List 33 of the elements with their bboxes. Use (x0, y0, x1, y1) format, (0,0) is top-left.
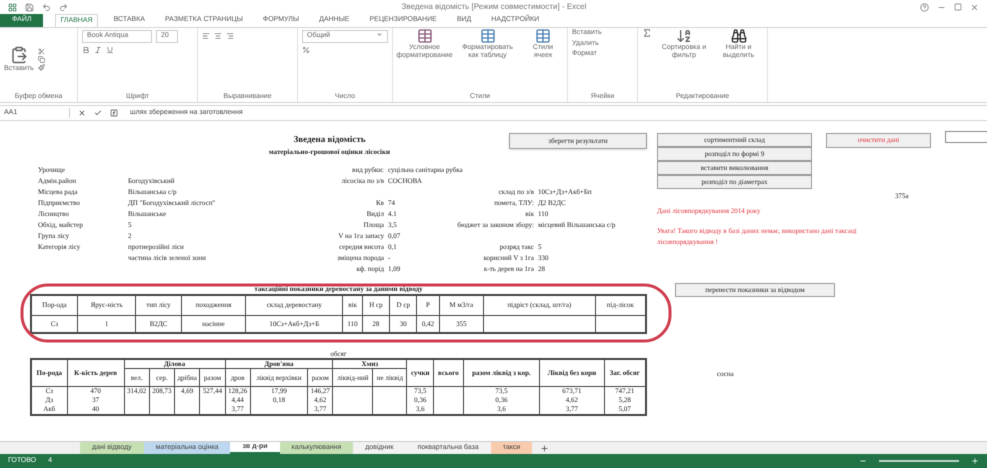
copy-icon[interactable] (38, 56, 45, 64)
sheet-title: Зведена відомість (293, 133, 366, 146)
selected-cell[interactable] (945, 131, 987, 143)
underline-icon[interactable] (106, 46, 114, 54)
undo-icon[interactable] (42, 2, 51, 12)
percent-icon[interactable] (302, 46, 310, 54)
function-icon[interactable] (110, 109, 118, 117)
align-left-icon[interactable] (202, 32, 210, 40)
help-icon[interactable] (920, 2, 929, 12)
clipboard-icon (10, 46, 28, 64)
zoom-in-icon[interactable] (971, 457, 979, 465)
cancel-icon[interactable] (78, 109, 86, 117)
window-title: Зведена відомість [Режим совместимости] - Excel (402, 2, 586, 11)
enter-icon[interactable] (94, 109, 102, 117)
autosum-icon[interactable] (642, 28, 652, 38)
chevron-down-icon (376, 31, 383, 38)
format-painter-icon[interactable] (38, 64, 45, 72)
italic-icon[interactable] (94, 46, 102, 54)
excel-icon (8, 2, 17, 12)
align-center-icon[interactable] (214, 32, 222, 40)
close-icon[interactable] (970, 2, 979, 12)
table-icon (535, 28, 551, 44)
cut-icon[interactable] (38, 48, 45, 56)
save-icon[interactable] (25, 2, 34, 12)
table-icon (480, 28, 496, 44)
add-sheet-icon[interactable] (540, 444, 550, 452)
binoculars-icon (730, 28, 746, 44)
redo-icon[interactable] (59, 2, 68, 12)
maximize-icon[interactable] (954, 3, 962, 11)
table-icon (416, 28, 432, 44)
sort-icon (676, 28, 692, 44)
align-right-icon[interactable] (226, 32, 234, 40)
bold-icon[interactable] (82, 46, 90, 54)
